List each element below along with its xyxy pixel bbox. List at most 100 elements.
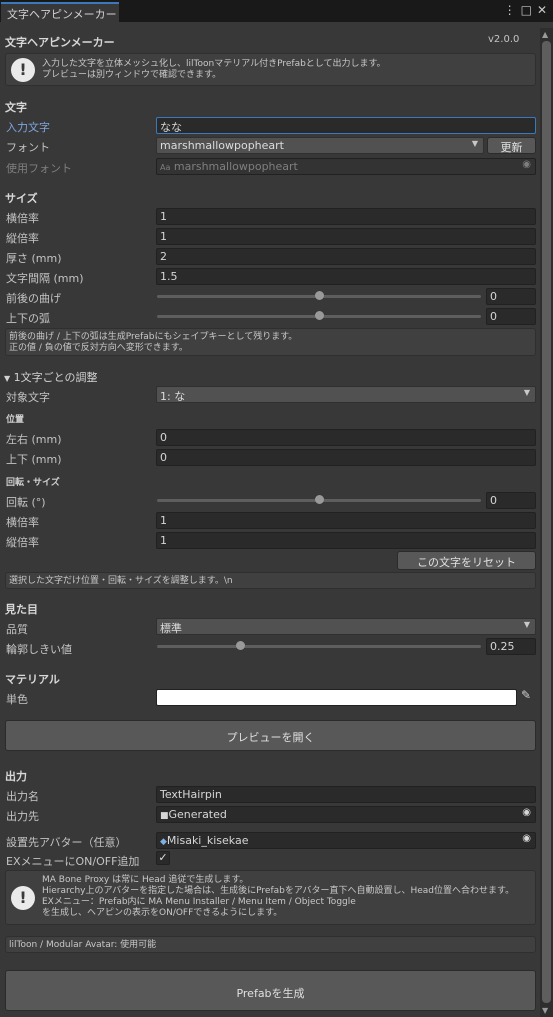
- rotation-slider[interactable]: [157, 492, 481, 509]
- font-asset-icon: Aa: [160, 163, 171, 172]
- arc-slider[interactable]: [157, 308, 481, 325]
- eyedropper-icon[interactable]: ✎: [521, 688, 531, 702]
- object-picker-icon[interactable]: ◉: [522, 807, 531, 818]
- target-char-value: 1: な: [160, 390, 186, 403]
- outline-threshold-slider[interactable]: [157, 638, 481, 655]
- output-dest-label: 出力先: [6, 810, 39, 823]
- reset-char-button[interactable]: この文字をリセット: [397, 551, 536, 570]
- offset-x-field[interactable]: 0: [156, 429, 536, 446]
- scroll-up-icon[interactable]: ▲: [542, 30, 548, 39]
- letter-spacing-field[interactable]: 1.5: [156, 268, 536, 285]
- output-help-box: ! MA Bone Proxy は常に Head 追従で生成します。 Hiera…: [5, 870, 536, 925]
- size-section-header: サイズ: [5, 192, 38, 205]
- close-icon[interactable]: ✕: [537, 3, 547, 17]
- scale-x-field[interactable]: 1: [156, 208, 536, 225]
- used-font-value: marshmallowpopheart: [173, 160, 298, 173]
- target-char-dropdown[interactable]: 1: な ▼: [156, 386, 536, 403]
- per-char-help-text: 選択した文字だけ位置・回転・サイズを調整します。\n: [9, 576, 233, 586]
- scale-x-label: 横倍率: [6, 212, 39, 225]
- status-text: lilToon / Modular Avatar: 使用可能: [9, 940, 157, 950]
- target-avatar-field[interactable]: ◆Misaki_kisekae ◉: [156, 832, 536, 849]
- offset-x-label: 左右 (mm): [6, 433, 62, 446]
- folder-icon: ■: [160, 811, 169, 821]
- foldout-arrow-icon: ▼: [4, 374, 11, 383]
- used-font-field: Aa marshmallowpopheart ◉: [156, 158, 536, 175]
- text-section-header: 文字: [5, 101, 27, 114]
- thickness-label: 厚さ (mm): [6, 252, 62, 265]
- scrollbar-thumb[interactable]: [542, 41, 551, 1003]
- rotation-label: 回転 (°): [6, 496, 46, 509]
- size-help-box: 前後の曲げ / 上下の弧は生成Prefabにもシェイプキーとして残ります。 正の…: [5, 328, 536, 356]
- bend-label: 前後の曲げ: [6, 292, 61, 305]
- target-avatar-label: 設置先アバター（任意）: [6, 836, 127, 849]
- ex-menu-checkbox[interactable]: ✓: [156, 851, 170, 865]
- dropdown-arrow-icon: ▼: [523, 620, 530, 629]
- dropdown-arrow-icon: ▼: [523, 388, 530, 397]
- bend-value-field[interactable]: 0: [486, 288, 536, 305]
- window-tab-bar: 文字ヘアピンメーカー ⋮ □ ✕: [0, 0, 553, 22]
- output-help-text: MA Bone Proxy は常に Head 追従で生成します。 Hierarc…: [42, 875, 515, 918]
- arc-label: 上下の弧: [6, 312, 50, 325]
- color-swatch[interactable]: [156, 689, 517, 706]
- char-scale-y-label: 縦倍率: [6, 536, 39, 549]
- position-subheader: 位置: [6, 415, 25, 425]
- window-title: 文字ヘアピンメーカー: [5, 36, 115, 49]
- scale-y-field[interactable]: 1: [156, 228, 536, 245]
- open-preview-button[interactable]: プレビューを開く: [5, 720, 536, 751]
- per-char-help-box: 選択した文字だけ位置・回転・サイズを調整します。\n: [5, 572, 536, 589]
- output-section-header: 出力: [5, 770, 27, 783]
- target-avatar-value: Misaki_kisekae: [166, 834, 249, 847]
- scroll-down-icon[interactable]: ▼: [542, 1006, 548, 1015]
- per-char-foldout[interactable]: ▼ 1文字ごとの調整: [4, 369, 98, 385]
- outline-threshold-knob[interactable]: [235, 641, 245, 650]
- input-text-field[interactable]: なな: [156, 117, 536, 134]
- rotation-slider-knob[interactable]: [314, 495, 324, 504]
- info-icon: !: [11, 886, 35, 910]
- input-text-label: 入力文字: [6, 121, 50, 134]
- dropdown-arrow-icon: ▼: [471, 139, 478, 148]
- output-dest-value: Generated: [168, 808, 227, 821]
- size-help-text: 前後の曲げ / 上下の弧は生成Prefabにもシェイプキーとして残ります。 正の…: [9, 332, 298, 353]
- object-picker-icon: ◉: [522, 159, 531, 170]
- refresh-font-button[interactable]: 更新: [487, 137, 536, 154]
- letter-spacing-label: 文字間隔 (mm): [6, 272, 84, 285]
- bend-slider[interactable]: [157, 288, 481, 305]
- kebab-menu-icon[interactable]: ⋮: [504, 3, 516, 17]
- window-tab[interactable]: 文字ヘアピンメーカー: [1, 2, 119, 22]
- bend-slider-knob[interactable]: [314, 291, 324, 300]
- outline-threshold-field[interactable]: 0.25: [486, 638, 536, 655]
- outline-threshold-label: 輪郭しきい値: [6, 643, 72, 656]
- font-dropdown-value: marshmallowpopheart: [160, 139, 284, 152]
- appearance-section-header: 見た目: [5, 603, 38, 616]
- quality-dropdown[interactable]: 標準 ▼: [156, 618, 536, 635]
- quality-label: 品質: [6, 623, 28, 636]
- font-dropdown[interactable]: marshmallowpopheart ▼: [156, 137, 484, 154]
- arc-slider-knob[interactable]: [314, 311, 324, 320]
- generate-prefab-button[interactable]: Prefabを生成: [5, 970, 536, 1011]
- arc-value-field[interactable]: 0: [486, 308, 536, 325]
- material-section-header: マテリアル: [5, 673, 60, 686]
- intro-help-text: 入力した文字を立体メッシュ化し、lilToonマテリアル付きPrefabとして出…: [42, 59, 386, 80]
- font-label: フォント: [6, 141, 50, 154]
- intro-help-box: ! 入力した文字を立体メッシュ化し、lilToonマテリアル付きPrefabとし…: [5, 53, 536, 86]
- solid-color-label: 単色: [6, 693, 28, 706]
- char-scale-x-field[interactable]: 1: [156, 512, 536, 529]
- char-scale-y-field[interactable]: 1: [156, 532, 536, 549]
- offset-y-label: 上下 (mm): [6, 453, 62, 466]
- output-name-field[interactable]: TextHairpin: [156, 786, 536, 803]
- scale-y-label: 縦倍率: [6, 232, 39, 245]
- info-icon: !: [11, 58, 35, 82]
- maximize-icon[interactable]: □: [521, 3, 532, 17]
- gameobject-icon: ◆: [160, 837, 167, 847]
- per-char-title: 1文字ごとの調整: [13, 371, 98, 384]
- rotation-value-field[interactable]: 0: [486, 492, 536, 509]
- status-box: lilToon / Modular Avatar: 使用可能: [5, 936, 536, 953]
- used-font-label: 使用フォント: [6, 162, 72, 175]
- offset-y-field[interactable]: 0: [156, 449, 536, 466]
- vertical-scrollbar[interactable]: ▲ ▼: [540, 28, 553, 1017]
- version-label: v2.0.0: [488, 34, 520, 45]
- thickness-field[interactable]: 2: [156, 248, 536, 265]
- output-dest-field[interactable]: ■Generated ◉: [156, 806, 536, 823]
- target-char-label: 対象文字: [6, 391, 50, 404]
- object-picker-icon[interactable]: ◉: [522, 833, 531, 844]
